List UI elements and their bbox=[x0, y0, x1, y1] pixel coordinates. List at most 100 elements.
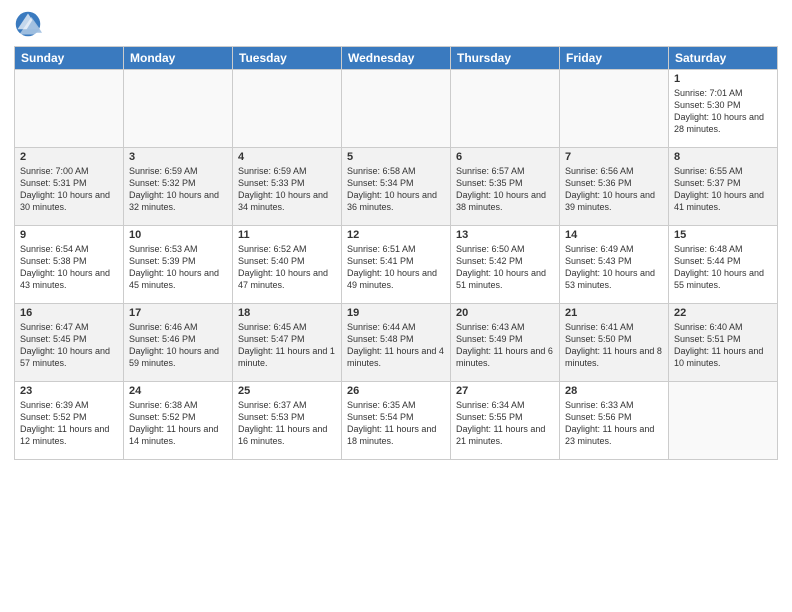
day-info: Sunrise: 6:37 AM Sunset: 5:53 PM Dayligh… bbox=[238, 399, 336, 448]
calendar-cell-2-5: 6 Sunrise: 6:57 AM Sunset: 5:35 PM Daylig… bbox=[451, 148, 560, 226]
day-number: 11 bbox=[238, 229, 336, 241]
calendar-cell-4-5: 20 Sunrise: 6:43 AM Sunset: 5:49 PM Dayli… bbox=[451, 304, 560, 382]
calendar-table: SundayMondayTuesdayWednesdayThursdayFrid… bbox=[14, 46, 778, 460]
calendar-cell-5-1: 23Sunrise: 6:39 AM Sunset: 5:52 PM Dayli… bbox=[15, 382, 124, 460]
week-row-5: 23Sunrise: 6:39 AM Sunset: 5:52 PM Dayli… bbox=[15, 382, 778, 460]
calendar-cell-3-2: 10 Sunrise: 6:53 AM Sunset: 5:39 PM Dayli… bbox=[124, 226, 233, 304]
calendar-cell-5-6: 28 Sunrise: 6:33 AM Sunset: 5:56 PM Dayli… bbox=[560, 382, 669, 460]
weekday-header-friday: Friday bbox=[560, 47, 669, 70]
day-number: 24 bbox=[129, 385, 227, 397]
day-number: 20 bbox=[456, 307, 554, 319]
day-number: 2 bbox=[20, 151, 118, 163]
header bbox=[14, 10, 778, 38]
calendar-cell-1-4 bbox=[342, 70, 451, 148]
calendar-cell-4-6: 21 Sunrise: 6:41 AM Sunset: 5:50 PM Dayli… bbox=[560, 304, 669, 382]
day-number: 26 bbox=[347, 385, 445, 397]
day-number: 10 bbox=[129, 229, 227, 241]
day-number: 8 bbox=[674, 151, 772, 163]
day-number: 12 bbox=[347, 229, 445, 241]
week-row-4: 16 Sunrise: 6:47 AM Sunset: 5:45 PM Dayli… bbox=[15, 304, 778, 382]
calendar-cell-4-7: 22 Sunrise: 6:40 AM Sunset: 5:51 PM Dayli… bbox=[669, 304, 778, 382]
calendar-cell-3-5: 13 Sunrise: 6:50 AM Sunset: 5:42 PM Dayli… bbox=[451, 226, 560, 304]
day-info: Sunrise: 6:51 AM Sunset: 5:41 PM Dayligh… bbox=[347, 243, 445, 292]
logo bbox=[14, 10, 46, 38]
weekday-header-wednesday: Wednesday bbox=[342, 47, 451, 70]
calendar-cell-1-7: 1 Sunrise: 7:01 AM Sunset: 5:30 PM Daylig… bbox=[669, 70, 778, 148]
calendar-cell-1-2 bbox=[124, 70, 233, 148]
calendar-cell-1-6 bbox=[560, 70, 669, 148]
calendar-cell-2-2: 3 Sunrise: 6:59 AM Sunset: 5:32 PM Daylig… bbox=[124, 148, 233, 226]
day-info: Sunrise: 6:56 AM Sunset: 5:36 PM Dayligh… bbox=[565, 165, 663, 214]
day-number: 15 bbox=[674, 229, 772, 241]
day-info: Sunrise: 6:45 AM Sunset: 5:47 PM Dayligh… bbox=[238, 321, 336, 370]
day-number: 5 bbox=[347, 151, 445, 163]
day-info: Sunrise: 6:40 AM Sunset: 5:51 PM Dayligh… bbox=[674, 321, 772, 370]
day-info: Sunrise: 6:53 AM Sunset: 5:39 PM Dayligh… bbox=[129, 243, 227, 292]
calendar-cell-4-1: 16 Sunrise: 6:47 AM Sunset: 5:45 PM Dayli… bbox=[15, 304, 124, 382]
calendar-cell-1-1 bbox=[15, 70, 124, 148]
calendar-cell-3-1: 9 Sunrise: 6:54 AM Sunset: 5:38 PM Daylig… bbox=[15, 226, 124, 304]
calendar-cell-5-7 bbox=[669, 382, 778, 460]
day-info: Sunrise: 6:35 AM Sunset: 5:54 PM Dayligh… bbox=[347, 399, 445, 448]
day-number: 19 bbox=[347, 307, 445, 319]
weekday-header-saturday: Saturday bbox=[669, 47, 778, 70]
calendar-cell-2-7: 8 Sunrise: 6:55 AM Sunset: 5:37 PM Daylig… bbox=[669, 148, 778, 226]
day-number: 17 bbox=[129, 307, 227, 319]
day-number: 18 bbox=[238, 307, 336, 319]
week-row-3: 9 Sunrise: 6:54 AM Sunset: 5:38 PM Daylig… bbox=[15, 226, 778, 304]
day-info: Sunrise: 6:52 AM Sunset: 5:40 PM Dayligh… bbox=[238, 243, 336, 292]
day-info: Sunrise: 6:57 AM Sunset: 5:35 PM Dayligh… bbox=[456, 165, 554, 214]
day-number: 4 bbox=[238, 151, 336, 163]
day-number: 27 bbox=[456, 385, 554, 397]
day-number: 16 bbox=[20, 307, 118, 319]
day-info: Sunrise: 6:58 AM Sunset: 5:34 PM Dayligh… bbox=[347, 165, 445, 214]
calendar-cell-3-3: 11 Sunrise: 6:52 AM Sunset: 5:40 PM Dayli… bbox=[233, 226, 342, 304]
calendar-cell-3-4: 12 Sunrise: 6:51 AM Sunset: 5:41 PM Dayli… bbox=[342, 226, 451, 304]
weekday-header-monday: Monday bbox=[124, 47, 233, 70]
calendar-cell-3-7: 15 Sunrise: 6:48 AM Sunset: 5:44 PM Dayli… bbox=[669, 226, 778, 304]
day-number: 14 bbox=[565, 229, 663, 241]
day-info: Sunrise: 7:01 AM Sunset: 5:30 PM Dayligh… bbox=[674, 87, 772, 136]
calendar-cell-2-1: 2 Sunrise: 7:00 AM Sunset: 5:31 PM Daylig… bbox=[15, 148, 124, 226]
weekday-header-tuesday: Tuesday bbox=[233, 47, 342, 70]
day-info: Sunrise: 6:34 AM Sunset: 5:55 PM Dayligh… bbox=[456, 399, 554, 448]
calendar-page: SundayMondayTuesdayWednesdayThursdayFrid… bbox=[0, 0, 792, 612]
day-info: Sunrise: 6:59 AM Sunset: 5:32 PM Dayligh… bbox=[129, 165, 227, 214]
day-info: Sunrise: 6:41 AM Sunset: 5:50 PM Dayligh… bbox=[565, 321, 663, 370]
calendar-cell-1-5 bbox=[451, 70, 560, 148]
day-number: 21 bbox=[565, 307, 663, 319]
calendar-cell-4-2: 17 Sunrise: 6:46 AM Sunset: 5:46 PM Dayli… bbox=[124, 304, 233, 382]
weekday-header-thursday: Thursday bbox=[451, 47, 560, 70]
day-info: Sunrise: 6:43 AM Sunset: 5:49 PM Dayligh… bbox=[456, 321, 554, 370]
calendar-cell-5-5: 27 Sunrise: 6:34 AM Sunset: 5:55 PM Dayli… bbox=[451, 382, 560, 460]
calendar-cell-5-2: 24 Sunrise: 6:38 AM Sunset: 5:52 PM Dayli… bbox=[124, 382, 233, 460]
day-number: 3 bbox=[129, 151, 227, 163]
day-number: 13 bbox=[456, 229, 554, 241]
day-info: Sunrise: 6:55 AM Sunset: 5:37 PM Dayligh… bbox=[674, 165, 772, 214]
day-info: Sunrise: 6:49 AM Sunset: 5:43 PM Dayligh… bbox=[565, 243, 663, 292]
day-info: Sunrise: 6:46 AM Sunset: 5:46 PM Dayligh… bbox=[129, 321, 227, 370]
day-number: 22 bbox=[674, 307, 772, 319]
day-number: 6 bbox=[456, 151, 554, 163]
day-info: Sunrise: 6:33 AM Sunset: 5:56 PM Dayligh… bbox=[565, 399, 663, 448]
calendar-cell-2-3: 4 Sunrise: 6:59 AM Sunset: 5:33 PM Daylig… bbox=[233, 148, 342, 226]
day-info: Sunrise: 6:38 AM Sunset: 5:52 PM Dayligh… bbox=[129, 399, 227, 448]
day-info: Sunrise: 6:54 AM Sunset: 5:38 PM Dayligh… bbox=[20, 243, 118, 292]
day-info: Sunrise: 6:50 AM Sunset: 5:42 PM Dayligh… bbox=[456, 243, 554, 292]
day-number: 7 bbox=[565, 151, 663, 163]
day-info: Sunrise: 6:47 AM Sunset: 5:45 PM Dayligh… bbox=[20, 321, 118, 370]
logo-icon bbox=[14, 10, 42, 38]
day-info: Sunrise: 6:59 AM Sunset: 5:33 PM Dayligh… bbox=[238, 165, 336, 214]
calendar-cell-4-3: 18 Sunrise: 6:45 AM Sunset: 5:47 PM Dayli… bbox=[233, 304, 342, 382]
weekday-header-sunday: Sunday bbox=[15, 47, 124, 70]
calendar-cell-4-4: 19 Sunrise: 6:44 AM Sunset: 5:48 PM Dayli… bbox=[342, 304, 451, 382]
day-number: 28 bbox=[565, 385, 663, 397]
weekday-header-row: SundayMondayTuesdayWednesdayThursdayFrid… bbox=[15, 47, 778, 70]
day-number: 25 bbox=[238, 385, 336, 397]
day-info: Sunrise: 6:48 AM Sunset: 5:44 PM Dayligh… bbox=[674, 243, 772, 292]
day-info: Sunrise: 7:00 AM Sunset: 5:31 PM Dayligh… bbox=[20, 165, 118, 214]
day-number: 9 bbox=[20, 229, 118, 241]
day-info: Sunrise: 6:39 AM Sunset: 5:52 PM Dayligh… bbox=[20, 399, 118, 448]
day-number: 1 bbox=[674, 73, 772, 85]
day-info: Sunrise: 6:44 AM Sunset: 5:48 PM Dayligh… bbox=[347, 321, 445, 370]
